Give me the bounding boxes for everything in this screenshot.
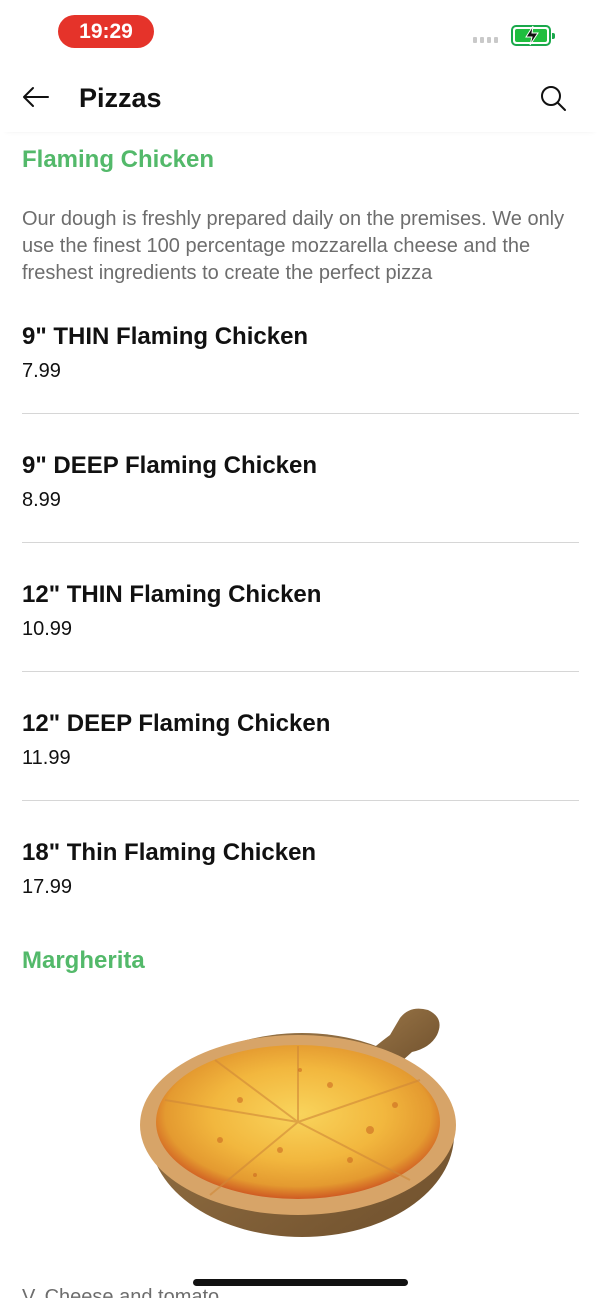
menu-item-name: 12" THIN Flaming Chicken: [22, 581, 322, 608]
margherita-description: V, Cheese and tomato: [22, 1286, 220, 1298]
section-title-margherita: Margherita: [22, 947, 145, 974]
menu-item-price: 8.99: [22, 489, 61, 511]
arrow-left-icon[interactable]: [20, 81, 52, 113]
menu-item-price: 10.99: [22, 618, 73, 640]
divider: [22, 413, 579, 414]
menu-item-price: 17.99: [22, 876, 73, 898]
section-description: Our dough is freshly prepared daily on t…: [22, 208, 565, 284]
menu-item-price: 11.99: [22, 747, 71, 769]
signal-icon: [473, 37, 498, 43]
menu-item[interactable]: 12" DEEP Flaming Chicken 11.99: [22, 710, 579, 839]
divider: [22, 800, 579, 801]
menu-item-price: 7.99: [22, 360, 61, 382]
divider: [22, 542, 579, 543]
section-title-flaming-chicken: Flaming Chicken: [22, 146, 215, 173]
menu-item[interactable]: 12" THIN Flaming Chicken 10.99: [22, 581, 579, 710]
menu-item-name: 18" Thin Flaming Chicken: [22, 839, 317, 866]
battery-charging-icon: [511, 25, 555, 46]
home-indicator[interactable]: [193, 1279, 408, 1286]
menu-item[interactable]: 18" Thin Flaming Chicken 17.99: [22, 839, 579, 919]
divider: [22, 671, 579, 672]
search-icon[interactable]: [538, 83, 568, 113]
menu-item[interactable]: 9" DEEP Flaming Chicken 8.99: [22, 452, 579, 581]
menu-item[interactable]: 9" THIN Flaming Chicken 7.99: [22, 323, 579, 452]
page-title: Pizzas: [79, 83, 162, 113]
menu-item-name: 9" DEEP Flaming Chicken: [22, 452, 318, 479]
menu-item-name: 9" THIN Flaming Chicken: [22, 323, 309, 350]
status-time: 19:29: [58, 15, 154, 48]
status-bar: 19:29: [0, 0, 600, 64]
menu-item-name: 12" DEEP Flaming Chicken: [22, 710, 331, 737]
pizza-image[interactable]: [0, 990, 600, 1260]
app-header: Pizzas: [0, 66, 600, 132]
